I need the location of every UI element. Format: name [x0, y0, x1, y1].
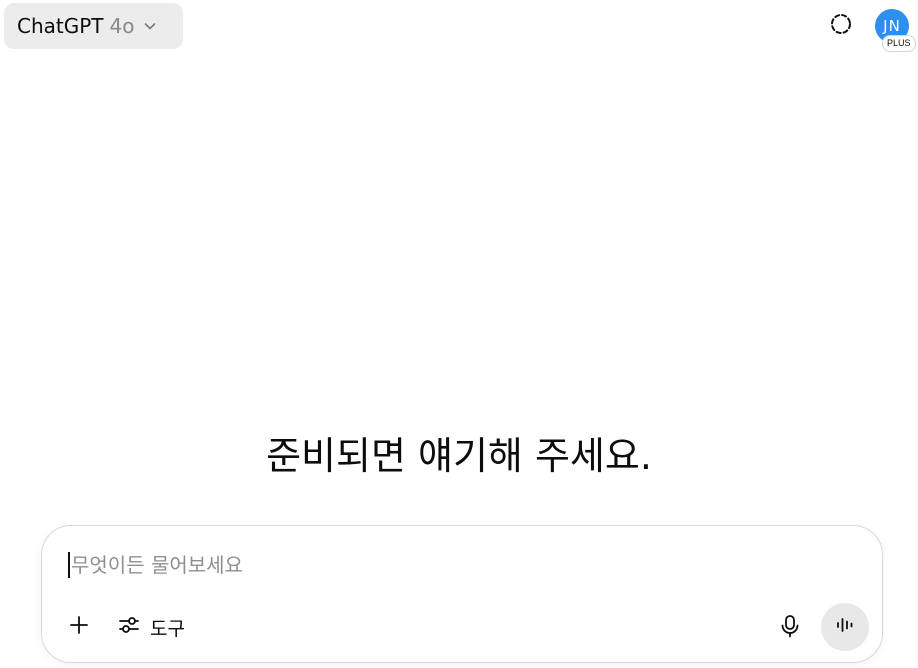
plan-badge: PLUS [882, 35, 916, 52]
temporary-chat-button[interactable] [822, 7, 860, 45]
add-button[interactable] [62, 610, 96, 644]
text-caret [68, 552, 70, 578]
page-heading: 준비되면 얘기해 주세요. [266, 434, 652, 478]
voice-mode-button[interactable] [821, 603, 869, 651]
model-selector-button[interactable]: ChatGPT 4o [4, 3, 183, 49]
tools-button[interactable]: 도구 [112, 610, 191, 644]
microphone-icon [779, 614, 801, 642]
tools-label: 도구 [150, 617, 185, 640]
model-name: ChatGPT [17, 14, 104, 38]
model-version: 4o [109, 14, 135, 38]
chevron-down-icon [142, 18, 158, 34]
prompt-input[interactable]: 무엇이든 물어보세요 [68, 550, 848, 580]
dashed-circle-icon [829, 12, 853, 40]
avatar-initials: JN [883, 17, 901, 35]
composer: 무엇이든 물어보세요 도구 [41, 525, 883, 663]
sliders-icon [118, 614, 140, 640]
chatgpt-page: ChatGPT 4o JN PLUS 준비되면 얘기해 주세요. 무엇이든 물어… [0, 0, 918, 668]
prompt-placeholder: 무엇이든 물어보세요 [71, 553, 243, 577]
plus-icon [68, 614, 90, 640]
waveform-icon [834, 614, 856, 640]
dictate-button[interactable] [772, 610, 808, 646]
